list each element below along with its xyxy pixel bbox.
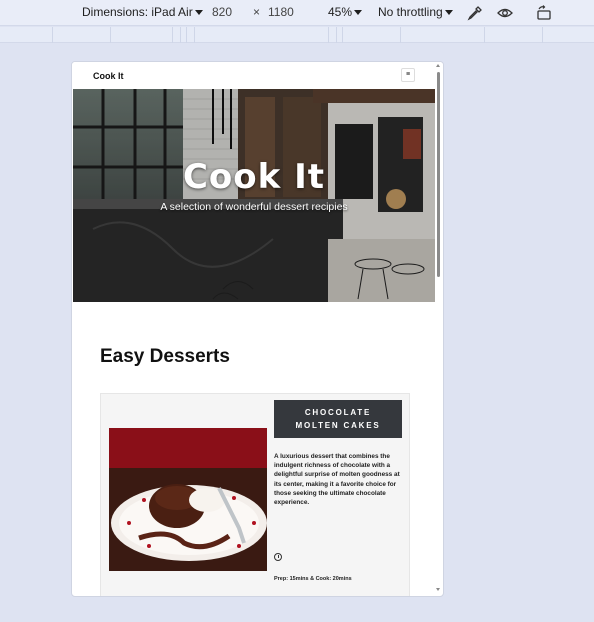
hero-banner: Cook It A selection of wonderful dessert…: [73, 89, 435, 302]
eye-icon[interactable]: [496, 4, 514, 22]
recipe-time: Prep: 15mins & Cook: 20mins: [274, 576, 352, 582]
dimensions-dropdown[interactable]: Dimensions: iPad Air: [82, 5, 203, 19]
devtools-device-toolbar: Dimensions: iPad Air 820 × 1180 45% No t…: [0, 0, 594, 26]
height-input[interactable]: 1180: [268, 5, 294, 19]
menu-toggle-button[interactable]: ≡: [401, 68, 415, 82]
throttling-dropdown[interactable]: No throttling: [378, 5, 453, 19]
recipe-card[interactable]: CHOCOLATE MOLTEN CAKES A luxurious desse…: [100, 393, 410, 596]
recipe-description: A luxurious dessert that combines the in…: [274, 453, 400, 507]
dimensions-label: Dimensions: iPad Air: [82, 5, 193, 19]
chevron-down-icon: [194, 10, 203, 15]
scrollbar-thumb[interactable]: [437, 72, 440, 277]
rotate-device-icon[interactable]: [535, 4, 553, 22]
recipe-image: [109, 428, 267, 571]
recipe-title-line-1: CHOCOLATE: [304, 408, 372, 417]
menu-icon: ≡: [405, 71, 411, 78]
media-query-ruler[interactable]: [0, 27, 594, 43]
zoom-label: 45%: [328, 5, 353, 19]
throttling-label: No throttling: [378, 5, 443, 19]
device-viewport: Cook It ≡ Cook It A selection of wonderf…: [71, 61, 444, 597]
hero-title: Cook It: [182, 157, 326, 197]
zoom-dropdown[interactable]: 45%: [328, 5, 363, 19]
clock-icon: [274, 553, 282, 561]
section-title: Easy Desserts: [100, 346, 230, 367]
hero-subtitle: A selection of wonderful dessert recipie…: [160, 201, 348, 213]
scroll-down-arrow[interactable]: [436, 588, 440, 591]
dimension-separator: ×: [253, 5, 261, 19]
site-navbar: Cook It ≡: [72, 62, 443, 89]
recipe-title: CHOCOLATE MOLTEN CAKES: [274, 400, 402, 438]
scroll-up-arrow[interactable]: [436, 64, 440, 67]
chevron-down-icon: [354, 10, 363, 15]
eyedropper-icon[interactable]: [466, 4, 484, 22]
site-brand[interactable]: Cook It: [93, 71, 124, 81]
recipe-title-line-2: MOLTEN CAKES: [295, 421, 381, 430]
width-input[interactable]: 820: [212, 5, 232, 19]
chevron-down-icon: [444, 10, 453, 15]
